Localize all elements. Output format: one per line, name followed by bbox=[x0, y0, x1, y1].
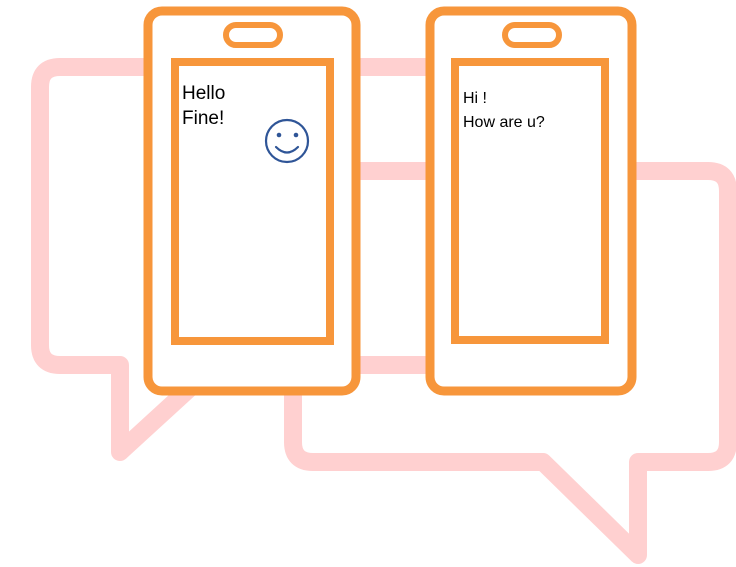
phone-speaker bbox=[502, 22, 562, 48]
phone-body bbox=[143, 6, 361, 396]
left-phone-message-2: Fine! bbox=[182, 108, 225, 129]
left-phone bbox=[143, 6, 361, 396]
right-phone bbox=[425, 6, 637, 396]
right-phone-message-1: Hi ! bbox=[463, 90, 487, 107]
right-phone-message-2: How are u? bbox=[463, 114, 545, 131]
phone-speaker bbox=[223, 22, 283, 48]
chat-illustration bbox=[31, 6, 736, 564]
left-phone-message-1: Hello bbox=[182, 83, 226, 104]
